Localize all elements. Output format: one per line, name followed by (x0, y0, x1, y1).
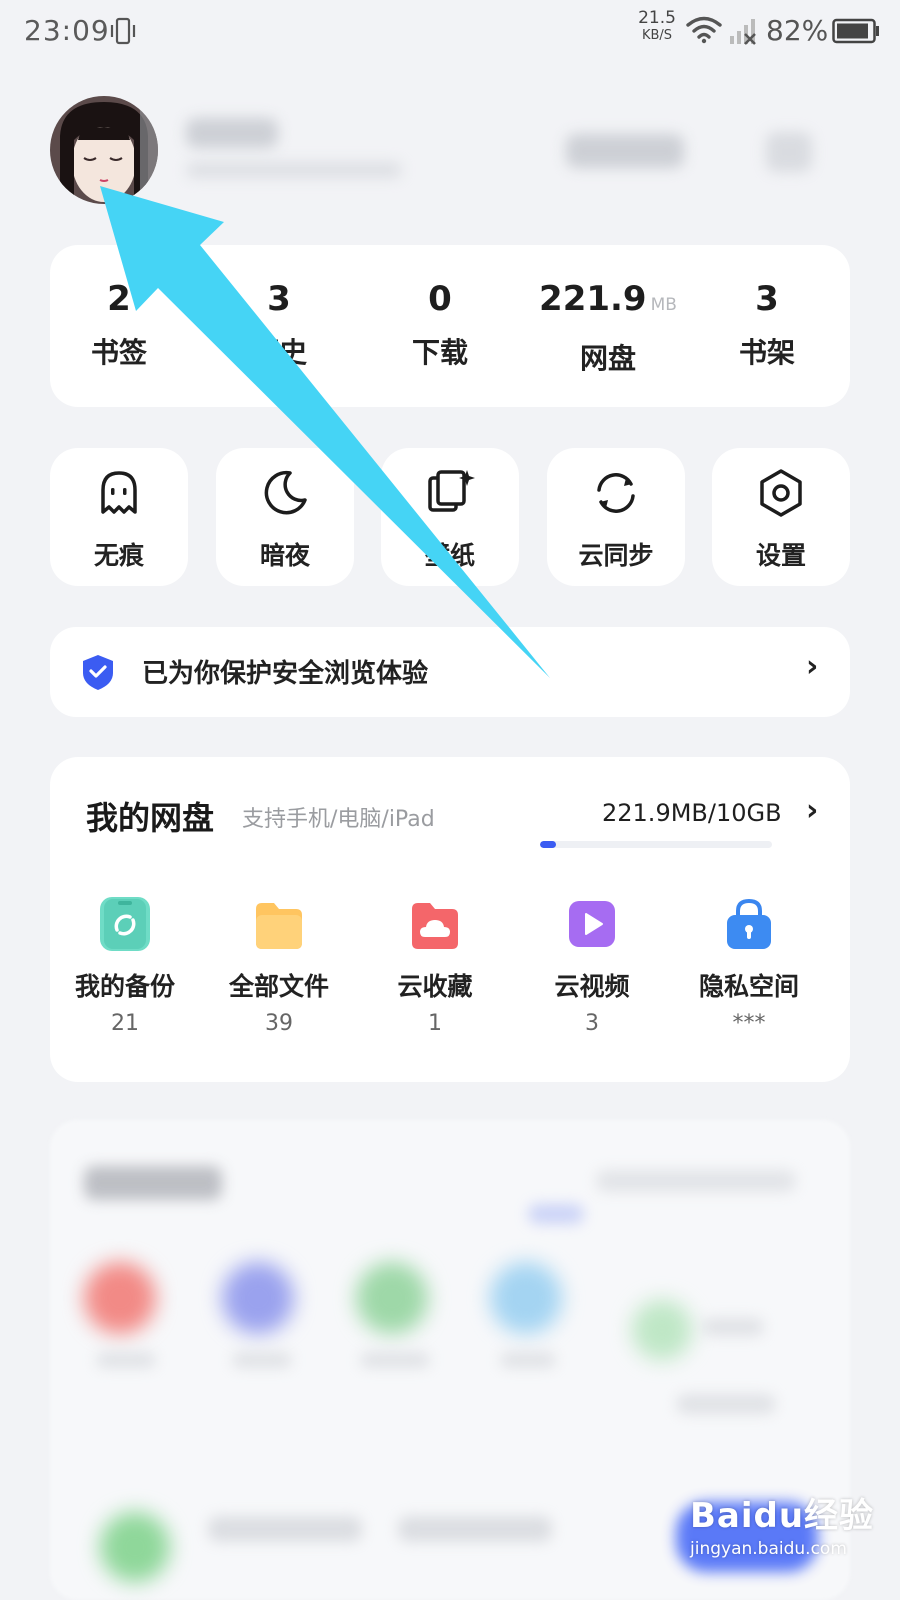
blurred-app-icon (632, 1300, 692, 1360)
cloud-disk-subtitle: 支持手机/电脑/iPad (242, 807, 435, 832)
battery-icon (832, 18, 879, 44)
chevron-right-icon[interactable]: › (806, 793, 818, 828)
stat-label: 书架 (738, 336, 795, 369)
disk-item-all-files[interactable]: 全部文件 39 (204, 897, 354, 1036)
header-icon-blurred[interactable] (766, 132, 812, 172)
blurred-text (96, 1352, 156, 1368)
tool-settings-button[interactable]: 设置 (712, 448, 850, 586)
disk-item-count: 21 (111, 1011, 139, 1036)
tool-dark-mode-button[interactable]: 暗夜 (216, 448, 354, 586)
blurred-text (208, 1516, 362, 1542)
stat-cloud-disk[interactable]: 221.9 MB 网盘 (528, 279, 688, 377)
moon-icon (264, 470, 307, 515)
disk-item-label: 全部文件 (228, 972, 329, 1001)
wallpaper-icon (428, 470, 475, 512)
network-speed-unit: KB/S (641, 28, 673, 43)
disk-item-label: 云收藏 (397, 972, 473, 1001)
stats-card: 2 书签 3 历史 0 下载 221.9 MB 网盘 3 书架 (50, 245, 850, 407)
disk-item-label: 我的备份 (74, 972, 175, 1001)
settings-hexagon-icon (760, 469, 802, 517)
watermark-url: jingyan.baidu.com (690, 1539, 847, 1559)
stat-value: 0 (428, 279, 452, 319)
blurred-text (702, 1318, 764, 1336)
disk-item-cloud-collect[interactable]: 云收藏 1 (360, 897, 510, 1036)
user-subtitle-blurred (186, 162, 402, 178)
stat-unit: MB (650, 295, 677, 315)
avatar[interactable] (50, 96, 158, 204)
disk-item-count: 3 (585, 1011, 599, 1036)
tool-label: 壁纸 (424, 541, 475, 570)
usage-bar-fill (540, 841, 557, 848)
blurred-text (232, 1352, 292, 1368)
battery-percent: 82% (766, 14, 829, 47)
blurred-app-icon (100, 1512, 170, 1582)
tool-cloud-sync-button[interactable]: 云同步 (547, 448, 685, 586)
phone-backup-icon (100, 897, 150, 951)
cloud-disk-usage[interactable]: 221.9MB/10GB (602, 799, 782, 827)
stat-bookmarks[interactable]: 2 书签 (44, 279, 194, 371)
disk-item-label: 隐私空间 (698, 972, 799, 1001)
blurred-app-icon (222, 1262, 294, 1334)
disk-item-backup[interactable]: 我的备份 21 (50, 897, 200, 1036)
vibrate-icon (110, 17, 136, 45)
disk-item-count: 39 (265, 1011, 293, 1036)
blurred-text (360, 1352, 430, 1368)
stat-label: 网盘 (579, 342, 636, 375)
safety-banner[interactable]: 已为你保护安全浏览体验 › (50, 627, 850, 717)
disk-item-cloud-video[interactable]: 云视频 3 (517, 897, 667, 1036)
sync-icon (597, 473, 635, 513)
tool-label: 设置 (755, 541, 806, 570)
stat-label: 书签 (90, 336, 147, 369)
signal-icon (730, 19, 756, 45)
username-blurred (186, 118, 278, 148)
disk-item-count: *** (732, 1011, 766, 1036)
tool-incognito-button[interactable]: 无痕 (50, 448, 188, 586)
tool-wallpaper-button[interactable]: 壁纸 (381, 448, 519, 586)
cloud-disk-title: 我的网盘 (86, 799, 215, 837)
blurred-text (398, 1516, 552, 1542)
shield-icon (83, 655, 113, 690)
stat-value: 3 (755, 279, 779, 319)
baidu-watermark: Baidu经验 jingyan.baidu.com (690, 1488, 874, 1559)
network-speed: 21.5 KB/S (636, 10, 678, 44)
disk-item-count: 1 (428, 1011, 442, 1036)
watermark-brand: Baidu经验 (690, 1496, 875, 1536)
chevron-right-icon: › (806, 649, 819, 684)
tool-label: 暗夜 (259, 541, 310, 570)
stat-value: 3 (267, 279, 291, 319)
blurred-section-link (596, 1170, 796, 1192)
cloud-collect-icon (410, 897, 460, 951)
stat-value: 221.9 (539, 279, 647, 319)
tool-label: 云同步 (578, 541, 654, 570)
status-time: 23:09 (24, 14, 110, 47)
tool-label: 无痕 (93, 541, 144, 570)
wifi-icon (686, 16, 722, 44)
blurred-section-title (84, 1166, 222, 1200)
lock-icon (724, 897, 774, 951)
blurred-text (500, 1352, 556, 1368)
member-button-blurred[interactable] (566, 134, 684, 168)
ghost-icon (101, 471, 137, 514)
stat-label: 历史 (250, 336, 307, 369)
blurred-app-icon (356, 1262, 428, 1334)
cloud-disk-usage-bar (540, 841, 772, 848)
folder-icon (254, 897, 304, 951)
stat-bookshelf[interactable]: 3 书架 (692, 279, 842, 371)
stat-history[interactable]: 3 历史 (204, 279, 354, 371)
blurred-badge (528, 1204, 584, 1224)
blurred-text (676, 1394, 776, 1414)
avatar-image (50, 96, 158, 204)
stat-downloads[interactable]: 0 下载 (365, 279, 515, 371)
blurred-app-icon (84, 1262, 156, 1334)
stat-value: 2 (107, 279, 131, 319)
blurred-app-icon (490, 1262, 562, 1334)
stat-label: 下载 (411, 336, 468, 369)
cloud-disk-card: 我的网盘 支持手机/电脑/iPad 221.9MB/10GB › 我的备份 21… (50, 757, 850, 1082)
disk-item-private-space[interactable]: 隐私空间 *** (674, 897, 824, 1036)
network-speed-value: 21.5 (638, 8, 676, 28)
video-play-icon (567, 897, 617, 951)
disk-item-label: 云视频 (554, 972, 630, 1001)
safety-text: 已为你保护安全浏览体验 (142, 659, 429, 689)
